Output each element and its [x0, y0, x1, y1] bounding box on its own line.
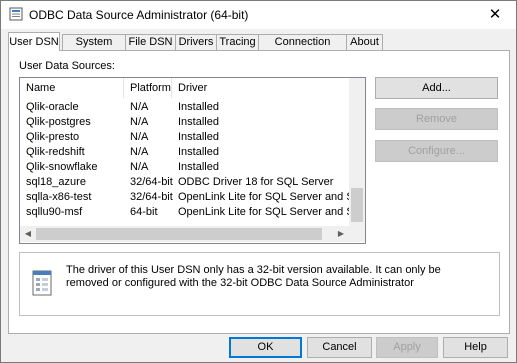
tab-connection-pooling[interactable]: Connection Pooling	[258, 34, 347, 63]
row-platform: N/A	[130, 116, 149, 128]
row-driver: ODBC Driver 18 for SQL Server	[178, 176, 334, 188]
tab-file-dsn[interactable]: File DSN	[125, 34, 176, 50]
configure-button[interactable]: Configure...	[375, 140, 498, 162]
horizontal-scroll-thumb[interactable]	[36, 228, 322, 240]
title-bar[interactable]: ODBC Data Source Administrator (64-bit) …	[1, 1, 516, 29]
cancel-button[interactable]: Cancel	[307, 337, 372, 358]
column-header-name[interactable]: Name	[20, 78, 124, 98]
close-button[interactable]: ✕	[474, 1, 516, 29]
row-name: sqlla-x86-test	[26, 191, 92, 203]
row-driver: Installed	[178, 116, 219, 128]
tab-user-dsn[interactable]: User DSN	[8, 32, 60, 51]
row-driver: Installed	[178, 101, 219, 113]
row-name: Qlik-presto	[26, 131, 80, 143]
help-button[interactable]: Help	[443, 337, 508, 358]
row-driver: Installed	[178, 131, 219, 143]
row-driver: OpenLink Lite for SQL Server and Sybase	[178, 206, 349, 218]
row-name: Qlik-snowflake	[26, 161, 98, 173]
column-header-platform[interactable]: Platform	[124, 78, 172, 98]
row-platform: 64-bit	[130, 206, 158, 218]
list-item[interactable]: Qlik-snowflake N/A Installed	[20, 160, 349, 175]
tab-drivers[interactable]: Drivers	[175, 34, 217, 50]
vertical-scrollbar[interactable]	[349, 78, 365, 226]
row-driver: Installed	[178, 161, 219, 173]
info-message: The driver of this User DSN only has a 3…	[66, 264, 441, 289]
list-item[interactable]: sql18_azure 32/64-bit ODBC Driver 18 for…	[20, 175, 349, 190]
tab-about[interactable]: About	[346, 34, 383, 50]
list-item[interactable]: Qlik-oracle N/A Installed	[20, 100, 349, 115]
row-platform: 32/64-bit	[130, 191, 173, 203]
list-item[interactable]: Qlik-postgres N/A Installed	[20, 115, 349, 130]
list-item[interactable]: sqlla-x86-test 32/64-bit OpenLink Lite f…	[20, 190, 349, 205]
list-item[interactable]: sqllu90-msf 64-bit OpenLink Lite for SQL…	[20, 205, 349, 220]
row-platform: N/A	[130, 101, 149, 113]
row-platform: 32/64-bit	[130, 176, 173, 188]
row-name: sqllu90-msf	[26, 206, 83, 218]
user-data-sources-label: User Data Sources:	[19, 60, 115, 72]
apply-button[interactable]: Apply	[376, 337, 438, 358]
data-sources-list[interactable]: Name Platform Driver Qlik-oracle N/A Ins…	[19, 77, 366, 244]
list-item[interactable]: Qlik-redshift N/A Installed	[20, 145, 349, 160]
row-platform: N/A	[130, 161, 149, 173]
list-header: Name Platform Driver	[20, 78, 365, 98]
column-header-driver[interactable]: Driver	[172, 78, 365, 98]
row-driver: OpenLink Lite for SQL Server and Sybase	[178, 191, 349, 203]
ok-button[interactable]: OK	[229, 337, 302, 358]
remove-button[interactable]: Remove	[375, 108, 498, 130]
odbc-admin-icon	[9, 7, 23, 21]
datasource-document-icon	[32, 270, 52, 296]
scroll-right-icon[interactable]: ▶	[333, 226, 349, 242]
row-driver: Installed	[178, 146, 219, 158]
horizontal-scrollbar[interactable]: ◀ ▶	[20, 226, 349, 242]
row-name: sql18_azure	[26, 176, 86, 188]
tab-system-dsn[interactable]: System DSN	[62, 34, 126, 63]
scrollbar-corner	[349, 226, 365, 242]
row-name: Qlik-oracle	[26, 101, 79, 113]
row-name: Qlik-redshift	[26, 146, 85, 158]
list-body: Qlik-oracle N/A Installed Qlik-postgres …	[20, 98, 349, 226]
info-panel: The driver of this User DSN only has a 3…	[19, 252, 500, 316]
add-button[interactable]: Add...	[375, 77, 498, 99]
vertical-scroll-thumb[interactable]	[351, 188, 363, 222]
window-title: ODBC Data Source Administrator (64-bit)	[29, 8, 249, 22]
tab-tracing[interactable]: Tracing	[216, 34, 259, 50]
scroll-left-icon[interactable]: ◀	[20, 226, 36, 242]
row-name: Qlik-postgres	[26, 116, 91, 128]
list-item[interactable]: Qlik-presto N/A Installed	[20, 130, 349, 145]
row-platform: N/A	[130, 131, 149, 143]
row-platform: N/A	[130, 146, 149, 158]
